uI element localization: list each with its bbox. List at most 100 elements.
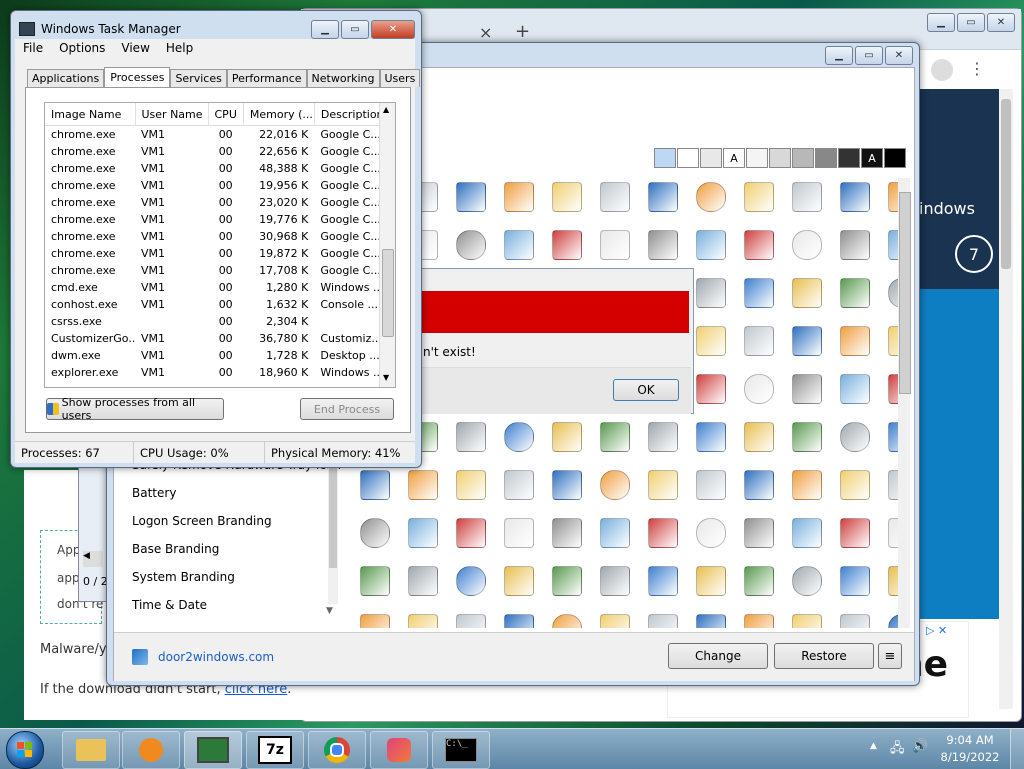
table-row[interactable]: CustomizerGo... VM1 00 36,780 K Customiz...: [45, 330, 390, 347]
icon-tile[interactable]: [694, 324, 728, 358]
icon-tile[interactable]: [694, 276, 728, 310]
chrome-close-button[interactable]: ✕: [987, 13, 1015, 32]
icon-tile[interactable]: [550, 228, 584, 262]
icon-tile[interactable]: [646, 564, 680, 598]
icon-tile[interactable]: [838, 420, 872, 454]
table-row[interactable]: chrome.exe VM1 00 30,968 K Google C...: [45, 228, 390, 245]
table-row[interactable]: chrome.exe VM1 00 23,020 K Google C...: [45, 194, 390, 211]
icon-tile[interactable]: [742, 372, 776, 406]
color-swatch[interactable]: [884, 148, 906, 168]
network-icon[interactable]: 🖧: [890, 739, 905, 761]
icon-tile[interactable]: [454, 468, 488, 502]
icon-tile[interactable]: [838, 276, 872, 310]
icon-tile[interactable]: [790, 468, 824, 502]
icon-tile[interactable]: [550, 468, 584, 502]
options-menu-button[interactable]: ≡: [878, 643, 902, 669]
tab-applications[interactable]: Applications: [27, 69, 105, 87]
taskbar-cmd[interactable]: C:\_: [432, 731, 490, 769]
icon-tile[interactable]: [598, 180, 632, 214]
icon-tile[interactable]: [694, 420, 728, 454]
icon-tile[interactable]: [694, 468, 728, 502]
chrome-menu-icon[interactable]: ⋮: [969, 59, 985, 78]
customizer-minimize-button[interactable]: ▁: [825, 46, 853, 65]
icon-tile[interactable]: [358, 564, 392, 598]
icon-tile[interactable]: [454, 420, 488, 454]
icon-tile[interactable]: [742, 516, 776, 550]
icon-tile[interactable]: [550, 612, 584, 628]
tab-services[interactable]: Services: [170, 69, 227, 87]
icon-tile[interactable]: [406, 516, 440, 550]
icon-tile[interactable]: [838, 228, 872, 262]
color-swatch[interactable]: [769, 148, 791, 168]
icon-tile[interactable]: [742, 612, 776, 628]
column-header[interactable]: CPU: [208, 103, 244, 126]
taskbar-explorer[interactable]: [62, 731, 120, 769]
taskbar-media-player[interactable]: [122, 731, 180, 769]
icon-tile[interactable]: [502, 180, 536, 214]
icon-tile[interactable]: [742, 324, 776, 358]
icon-tile[interactable]: [550, 180, 584, 214]
tm-close-button[interactable]: ✕: [371, 20, 415, 39]
icon-tile[interactable]: [838, 468, 872, 502]
menu-help[interactable]: Help: [166, 41, 193, 55]
clock[interactable]: 9:04 AM 8/19/2022: [938, 733, 1002, 764]
icon-tile[interactable]: [598, 468, 632, 502]
icon-tile[interactable]: [550, 564, 584, 598]
icon-tile[interactable]: [790, 612, 824, 628]
volume-icon[interactable]: 🔊: [912, 739, 928, 754]
color-swatch[interactable]: [792, 148, 814, 168]
icon-tile[interactable]: [694, 372, 728, 406]
show-all-users-button[interactable]: Show processes from all users: [46, 396, 224, 422]
icon-tile[interactable]: [406, 612, 440, 628]
icon-tile[interactable]: [790, 372, 824, 406]
icon-tile[interactable]: [790, 516, 824, 550]
color-swatch[interactable]: [654, 148, 676, 168]
ad-choices-icon[interactable]: ▷ ✕: [926, 624, 947, 637]
icon-tile[interactable]: [358, 516, 392, 550]
icon-tile[interactable]: [358, 468, 392, 502]
table-row[interactable]: chrome.exe VM1 00 17,708 K Google C...: [45, 262, 390, 279]
table-row[interactable]: cmd.exe VM1 00 1,280 K Windows ...: [45, 279, 390, 296]
taskbar-customizer[interactable]: [370, 731, 428, 769]
icon-tile[interactable]: [646, 420, 680, 454]
icon-tile[interactable]: [838, 180, 872, 214]
list-item[interactable]: System Branding: [132, 570, 235, 584]
profile-icon[interactable]: [931, 59, 953, 81]
change-button[interactable]: Change: [668, 643, 768, 669]
icon-tile[interactable]: [598, 228, 632, 262]
icon-tile[interactable]: [694, 180, 728, 214]
icon-tile[interactable]: [742, 276, 776, 310]
tm-minimize-button[interactable]: ▁: [311, 20, 339, 39]
icon-tile[interactable]: [598, 564, 632, 598]
icon-tile[interactable]: [454, 228, 488, 262]
color-swatch[interactable]: [746, 148, 768, 168]
icon-tile[interactable]: [742, 180, 776, 214]
table-row[interactable]: chrome.exe VM1 00 22,016 K Google C...: [45, 126, 390, 144]
icon-tile[interactable]: [742, 228, 776, 262]
icon-tile[interactable]: [550, 516, 584, 550]
icon-tile[interactable]: [502, 228, 536, 262]
table-row[interactable]: dwm.exe VM1 00 1,728 K Desktop ...: [45, 347, 390, 364]
end-process-button[interactable]: End Process: [300, 398, 394, 420]
icon-tile[interactable]: [646, 516, 680, 550]
icon-tile[interactable]: [790, 564, 824, 598]
tab-users[interactable]: Users: [379, 69, 421, 87]
icon-tile[interactable]: [646, 612, 680, 628]
icon-tile[interactable]: [502, 468, 536, 502]
color-swatch[interactable]: [838, 148, 860, 168]
process-list-scrollbar[interactable]: ▲ ▼: [379, 103, 395, 387]
column-header[interactable]: Image Name: [45, 103, 136, 126]
show-hidden-icons[interactable]: ▲: [870, 741, 877, 751]
icon-tile[interactable]: [790, 420, 824, 454]
table-row[interactable]: chrome.exe VM1 00 19,956 K Google C...: [45, 177, 390, 194]
chrome-scrollbar[interactable]: [999, 89, 1013, 709]
icon-tile[interactable]: [454, 612, 488, 628]
start-button[interactable]: [6, 731, 44, 769]
taskbar-chrome[interactable]: [308, 731, 366, 769]
icon-tile[interactable]: [358, 612, 392, 628]
taskbar-task-manager[interactable]: [184, 731, 242, 769]
icon-tile[interactable]: [838, 564, 872, 598]
customizer-close-button[interactable]: ✕: [885, 46, 913, 65]
list-item[interactable]: Logon Screen Branding: [132, 514, 272, 528]
restore-button[interactable]: Restore: [774, 643, 874, 669]
